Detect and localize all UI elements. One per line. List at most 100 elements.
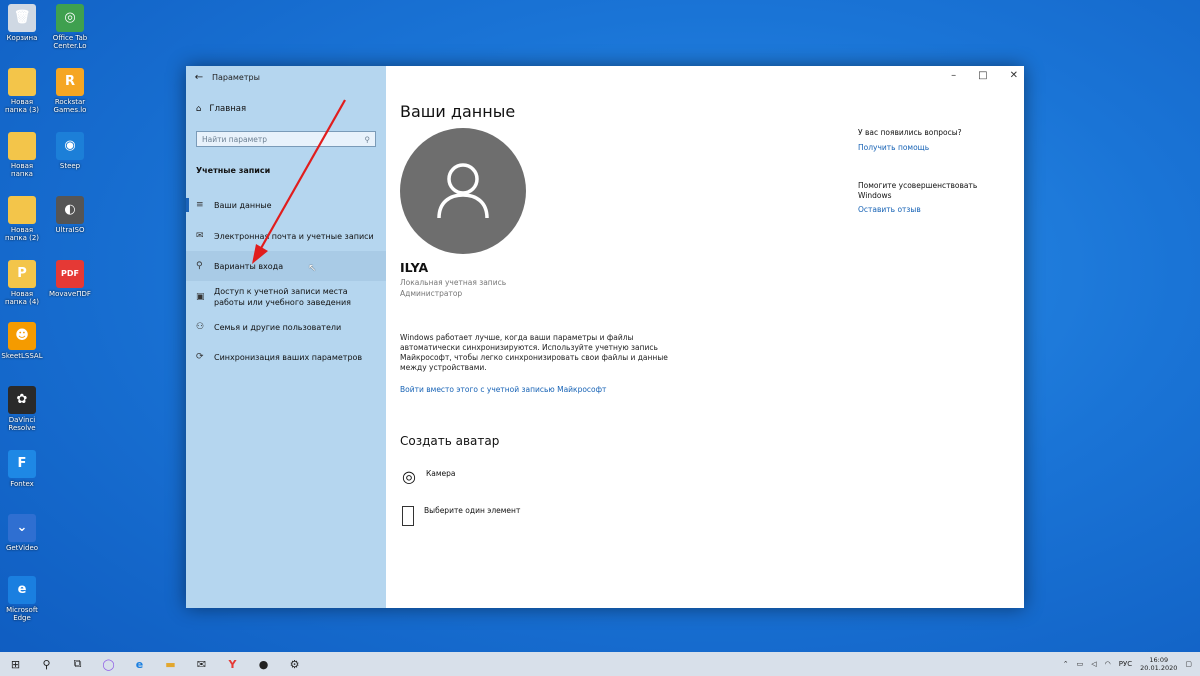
sidebar-item-email[interactable]: ✉ Электронная почта и учетные записи [186,228,386,244]
search-placeholder: Найти параметр [202,134,267,144]
maximize-icon[interactable]: □ [978,70,987,81]
desktop-shortcut[interactable]: e Microsoft Edge [0,576,44,622]
account-role: Администратор [400,289,463,298]
desktop-shortcut-label: Fontex [10,480,34,488]
desktop-shortcut-label: GetVideo [5,544,39,552]
task-view-icon[interactable]: ⧉ [62,652,93,676]
desktop-shortcut[interactable]: R Rockstar Games.lo [48,68,92,114]
search-icon: ⚲ [364,134,371,144]
recycle-bin-icon: 🗑 [8,4,36,32]
settings-main: – □ ✕ Ваши данные ILYA Локальная учетная… [386,66,1024,608]
improve-text: Помогите усовершенствовать Windows [858,181,978,200]
language-indicator[interactable]: РУС [1119,660,1132,668]
volume-icon[interactable]: ◁ [1091,660,1096,668]
sidebar-item-work-access[interactable]: ▣ Доступ к учетной записи места работы и… [186,284,386,310]
notifications-icon[interactable]: ▢ [1185,660,1192,668]
desktop-shortcut[interactable]: Новая папка [0,132,44,178]
sidebar-item-label: Семья и другие пользователи [214,322,342,332]
clock-date: 20.01.2020 [1140,664,1178,672]
edge-icon[interactable]: e [124,652,155,676]
search-input[interactable]: Найти параметр ⚲ [196,131,376,147]
desktop-shortcut-label: UltraISO [55,226,85,234]
alice-icon[interactable]: ◯ [93,652,124,676]
sidebar-item-label: Синхронизация ваших параметров [214,352,363,362]
desktop-shortcut[interactable]: ✿ DaVinci Resolve [0,386,44,432]
camera-option[interactable]: ◎ Камера [402,469,456,485]
desktop-shortcut[interactable]: ◎ Office Tab Center.Lo [48,4,92,50]
yandex-icon[interactable]: Y [217,652,248,676]
mail-icon[interactable]: ✉ [186,652,217,676]
briefcase-icon: ▣ [196,291,205,302]
ms-account-link[interactable]: Войти вместо этого с учетной записью Май… [400,385,606,394]
home-icon: ⌂ [196,104,202,114]
desktop-shortcut[interactable]: 🗑 Корзина [0,4,44,42]
desktop-shortcut[interactable]: ◐ UltraISO [48,196,92,234]
getvideo-icon: ⌄ [8,514,36,542]
key-icon: ⚲ [196,261,203,271]
desktop-shortcut[interactable]: F Fontex [0,450,44,488]
desktop-shortcut-label: Rockstar Games.lo [53,98,87,114]
desktop-shortcut[interactable]: Новая папка (2) [0,196,44,242]
sidebar-item-label: Электронная почта и учетные записи [214,231,374,241]
fontex-icon: F [8,450,36,478]
taskbar: ⊞ ⚲ ⧉ ◯ e ▬ ✉ Y ● ⚙ ⌃ ▭ ◁ ◠ РУС 16:09 20… [0,652,1200,676]
desktop-shortcut-label: Новая папка [10,162,34,178]
family-icon: ⚇ [196,322,205,332]
desktop-shortcut-label: DaVinci Resolve [8,416,36,432]
pdf-folder-icon: P [8,260,36,288]
help-question: У вас появились вопросы? [858,128,962,137]
help-panel: У вас появились вопросы? Получить помощь… [858,128,998,215]
person-card-icon: ≡ [196,200,204,210]
office-tab-icon: ◎ [56,4,84,32]
desktop-shortcut-label: SkeetLSSAL [1,352,43,360]
account-type: Локальная учетная запись [400,278,507,287]
close-icon[interactable]: ✕ [1010,70,1018,81]
edge-icon: e [8,576,36,604]
desktop-shortcut-label: Новая папка (4) [4,290,40,306]
clock[interactable]: 16:09 20.01.2020 [1140,656,1177,672]
explorer-icon[interactable]: ▬ [155,652,186,676]
browse-option[interactable]: Выберите один элемент [402,506,520,526]
nav-home[interactable]: ⌂ Главная [196,104,246,114]
user-silhouette-icon [437,163,489,219]
desktop-shortcut[interactable]: ◉ Steep [48,132,92,170]
user-name: ILYA [400,260,429,275]
sidebar-item-sign-in-options[interactable]: ⚲ Варианты входа ↖ [186,251,386,281]
account-info: Локальная учетная запись Администратор [400,277,506,299]
settings-gear-icon[interactable]: ⚙ [279,652,310,676]
sidebar-item-sync[interactable]: ⟳ Синхронизация ваших параметров [186,349,386,365]
desktop-shortcut[interactable]: Новая папка (3) [0,68,44,114]
sidebar-item-label: Доступ к учетной записи места работы или… [214,287,351,307]
system-tray: ⌃ ▭ ◁ ◠ РУС 16:09 20.01.2020 ▢ [1063,652,1200,676]
wifi-icon[interactable]: ◠ [1105,660,1111,668]
avatar [400,128,526,254]
mouse-cursor-icon: ↖ [308,263,317,274]
section-title: Учетные записи [196,166,271,175]
folder-icon [8,196,36,224]
app-icon[interactable]: ● [248,652,279,676]
steep-icon: ◉ [56,132,84,160]
desktop-shortcut-label: Корзина [6,34,38,42]
window-controls: – □ ✕ [951,70,1018,81]
back-arrow-icon[interactable]: ← [186,72,212,83]
desktop-shortcut-label: Steep [59,162,81,170]
desktop-shortcut-label: MovaveПDF [49,290,91,298]
desktop-shortcut-label: Office Tab Center.Lo [52,34,88,50]
desktop-shortcut[interactable]: ⌄ GetVideo [0,514,44,552]
get-help-link[interactable]: Получить помощь [858,143,998,153]
sidebar-item-your-info[interactable]: ≡ Ваши данные [186,197,386,213]
desktop-shortcut[interactable]: ☻ SkeetLSSAL [0,322,44,360]
feedback-link[interactable]: Оставить отзыв [858,205,998,215]
folder-icon [8,132,36,160]
minimize-icon[interactable]: – [951,70,956,81]
network-icon[interactable]: ▭ [1077,660,1084,668]
desktop-shortcut[interactable]: PDF MovaveПDF [48,260,92,298]
desktop-shortcut-label: Новая папка (2) [4,226,40,242]
desktop-shortcut-label: Microsoft Edge [6,606,38,622]
chevron-up-icon[interactable]: ⌃ [1063,660,1069,668]
window-title: Параметры [212,72,260,82]
search-icon[interactable]: ⚲ [31,652,62,676]
sidebar-item-family[interactable]: ⚇ Семья и другие пользователи [186,319,386,335]
desktop-shortcut[interactable]: P Новая папка (4) [0,260,44,306]
start-button[interactable]: ⊞ [0,652,31,676]
